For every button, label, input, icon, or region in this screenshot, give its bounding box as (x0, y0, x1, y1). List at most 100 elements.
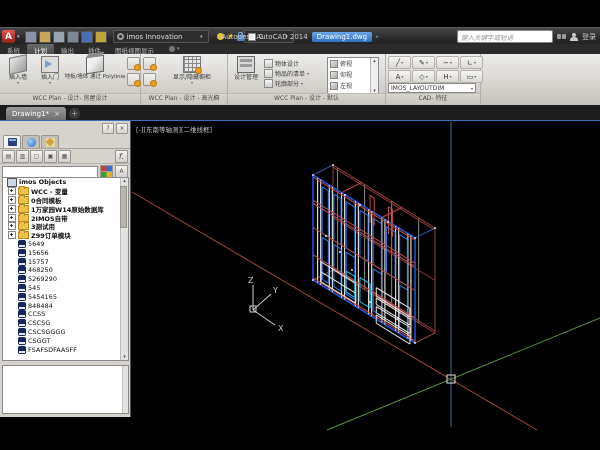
layer-on-icon[interactable] (217, 33, 224, 40)
tree-item[interactable]: CCSS (3, 310, 128, 319)
undo-icon[interactable] (81, 31, 93, 43)
view-mode-1-icon[interactable]: ▤ (2, 150, 15, 163)
view-mode-4-icon[interactable]: ▣ (44, 150, 57, 163)
saveas-icon[interactable] (67, 31, 79, 43)
expand-icon[interactable] (8, 231, 16, 239)
chevron-down-icon: ▾ (200, 34, 203, 40)
panel-design-default: 设计管理 物体设计物品的清单▾轮廓部分▾ 俯视仰视左视 ▴▾ WCC Plan … (228, 54, 386, 104)
dimstyle-dropdown[interactable]: IMOS_LAYOUTDIM ▾ (388, 83, 476, 93)
expand-icon[interactable] (8, 187, 16, 195)
insert-wall-button[interactable]: 插入墙▾ (2, 56, 34, 85)
panel-house-design: 插入墙▾ 插入门▾ 地板/墙体 通过 Polylinie WCC Plan - … (0, 54, 141, 104)
polyline-icon[interactable]: −▾ (436, 56, 459, 69)
view-list-scrollbar[interactable]: ▴▾ (370, 58, 378, 94)
tree-item[interactable]: 15656 (3, 248, 128, 257)
view-mode-5-icon[interactable]: ▦ (58, 150, 71, 163)
cabinet-tool2-icon[interactable] (143, 73, 156, 86)
tree-item[interactable]: CSCSG (3, 319, 128, 328)
filter-input[interactable] (2, 166, 98, 178)
cabinet-tool-icon[interactable] (143, 57, 156, 70)
tree-item[interactable]: 5269290 (3, 275, 128, 284)
tree-item[interactable]: 545 (3, 284, 128, 293)
cabinet-object-icon (18, 258, 26, 266)
save-icon[interactable] (53, 31, 65, 43)
folder-icon (18, 196, 29, 204)
ribbon: 插入墙▾ 插入门▾ 地板/墙体 通过 Polylinie WCC Plan - … (0, 54, 600, 106)
close-button[interactable]: × (116, 123, 128, 134)
sign-in-button[interactable]: 登录 (582, 32, 596, 42)
expand-icon[interactable] (8, 222, 16, 230)
show-hide-cabinet-button[interactable]: 显示/隐藏橱柜▾ (159, 56, 225, 85)
angle-icon[interactable]: ∟▾ (460, 56, 483, 69)
tree-item[interactable]: 848484 (3, 301, 128, 310)
search-input[interactable]: 键入关键字或短语 (457, 30, 553, 43)
insert-door-button[interactable]: 插入门▾ (36, 56, 64, 85)
tab-objects[interactable] (3, 135, 21, 148)
spline-icon[interactable]: ✎▾ (412, 56, 435, 69)
tree-item[interactable]: CSCSGGGG (3, 328, 128, 337)
polygon-icon[interactable]: ◇▾ (412, 70, 435, 83)
tree-item[interactable]: 5649 (3, 240, 128, 249)
new-icon[interactable] (25, 31, 37, 43)
folder-icon (18, 231, 29, 239)
expand-icon[interactable] (8, 214, 16, 222)
file-tab-drawing1[interactable]: Drawing1* × (6, 107, 66, 120)
design-item-button[interactable]: 轮廓部分▾ (264, 78, 309, 88)
view-mode-3-icon[interactable]: ▢ (30, 150, 43, 163)
tree-scrollbar[interactable]: ▴▾ (120, 178, 128, 360)
preview-pane (2, 365, 129, 414)
layer-dropdown[interactable]: 0 ▾ (244, 30, 294, 43)
ribbon-tab[interactable]: 输出 (54, 44, 81, 54)
ribbon-tab[interactable]: 计划 (27, 44, 54, 54)
open-icon[interactable] (39, 31, 51, 43)
line-icon[interactable]: ╱▾ (388, 56, 411, 69)
pencil-icon (46, 138, 55, 147)
design-item-button[interactable]: 物体设计 (264, 58, 309, 68)
layer-lock-icon[interactable] (237, 35, 244, 41)
autocad-logo[interactable]: A (2, 30, 15, 43)
design-item-button[interactable]: 物品的清单▾ (264, 68, 309, 78)
tree-item[interactable]: Z99订单模块 (3, 231, 128, 240)
close-icon[interactable]: × (54, 110, 60, 118)
preview-scrollbar[interactable] (122, 366, 128, 413)
wall-tool-icon[interactable] (127, 57, 140, 70)
ribbon-minimize-icon[interactable]: ▾ (169, 44, 180, 54)
view-listbox[interactable]: 俯视仰视左视 ▴▾ (327, 57, 379, 95)
tab-design[interactable] (41, 135, 59, 148)
floor-wall-polyline-button[interactable]: 地板/墙体 通过 Polylinie (62, 56, 128, 81)
ribbon-tab[interactable]: 系统 (0, 44, 27, 54)
cabinet-object-icon (18, 293, 26, 301)
ribbon-tab[interactable]: 图纸视图显示 (108, 44, 161, 54)
drawing-viewport[interactable]: Z Y X [-][东南等轴测][二维线框] (131, 121, 600, 450)
tree-item[interactable]: 468250 (3, 266, 128, 275)
rectangle-icon[interactable]: ▭▾ (460, 70, 483, 83)
text-icon[interactable]: A▾ (388, 70, 411, 83)
tree-scroll-thumb[interactable] (120, 186, 127, 228)
cabinet-object-icon (18, 240, 26, 248)
tree-item[interactable]: 5454165 (3, 292, 128, 301)
viewport-controls-label[interactable]: [-][东南等轴测][二维线框] (136, 124, 212, 134)
expand-icon[interactable] (8, 196, 16, 204)
panel-title: WCC Plan - 设计 - 默认 (228, 93, 385, 104)
search-icon[interactable] (557, 34, 566, 39)
tree-item[interactable]: CSGGT (3, 336, 128, 345)
tree-item[interactable]: 15757 (3, 257, 128, 266)
globe-icon (27, 138, 36, 147)
dimension-icon[interactable]: H▾ (436, 70, 459, 83)
design-manage-button[interactable]: 设计管理 (231, 56, 261, 81)
layer-thaw-icon[interactable]: ☀ (227, 33, 234, 40)
fx-button[interactable]: f. (115, 150, 128, 163)
new-tab-button[interactable]: + (69, 108, 80, 119)
tab-catalog[interactable] (22, 135, 40, 148)
workspace-dropdown[interactable]: imos Innovation ▾ (113, 30, 209, 43)
view-cube-icon (330, 71, 338, 79)
view-mode-2-icon[interactable]: ▥ (16, 150, 29, 163)
logo-caret-icon[interactable]: ▾ (17, 34, 20, 40)
door-tool-icon[interactable] (127, 73, 140, 86)
tree-item[interactable]: FSAFSDFAASFF (3, 345, 128, 354)
autocad-window: A ▾ imos Innovation ▾ ☀ 0 ▾ Autodesk Aut… (0, 0, 600, 450)
help-button[interactable]: ? (102, 123, 114, 134)
plot-icon[interactable] (95, 31, 107, 43)
user-icon[interactable] (570, 33, 578, 41)
expand-icon[interactable] (8, 205, 16, 213)
